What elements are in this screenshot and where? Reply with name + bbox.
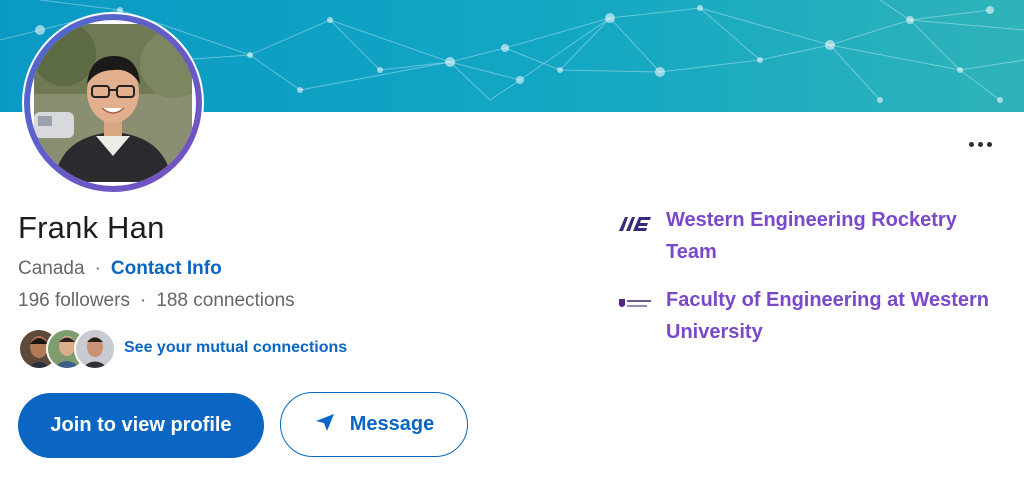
followers-count: 196 followers (18, 290, 130, 311)
mutual-connections[interactable]: See your mutual connections (18, 328, 347, 370)
contact-info-link[interactable]: Contact Info (111, 258, 222, 280)
send-icon (314, 411, 336, 439)
mutual-connections-link[interactable]: See your mutual connections (124, 339, 347, 357)
more-icon-dot (986, 141, 992, 147)
more-icon-dot (977, 141, 983, 147)
separator: · (94, 258, 101, 279)
message-label: Message (349, 413, 435, 435)
message-button[interactable]: Message (280, 392, 468, 457)
mutual-avatar (74, 328, 116, 370)
org-item[interactable]: Western Engineering Rocketry Team (614, 204, 1010, 268)
org-name-faculty[interactable]: Faculty of Engineering at Western Univer… (666, 284, 1010, 348)
more-options-button[interactable] (962, 136, 998, 152)
more-icon (968, 141, 974, 147)
org-item[interactable]: Faculty of Engineering at Western Univer… (614, 284, 1010, 348)
separator: · (139, 290, 147, 311)
rocketry-logo-icon (614, 210, 656, 238)
org-name-rocketry[interactable]: Western Engineering Rocketry Team (666, 204, 1010, 268)
mutual-avatars (18, 328, 116, 370)
location-text: Canada (18, 258, 85, 279)
western-logo-icon (614, 290, 656, 318)
profile-name: Frank Han (18, 210, 165, 245)
location-row: Canada · Contact Info (18, 258, 222, 280)
stats-row: 196 followers · 188 connections (18, 290, 295, 312)
avatar[interactable] (30, 20, 196, 186)
join-to-view-profile-button[interactable]: Join to view profile (18, 393, 264, 458)
connections-count: 188 connections (156, 290, 295, 311)
